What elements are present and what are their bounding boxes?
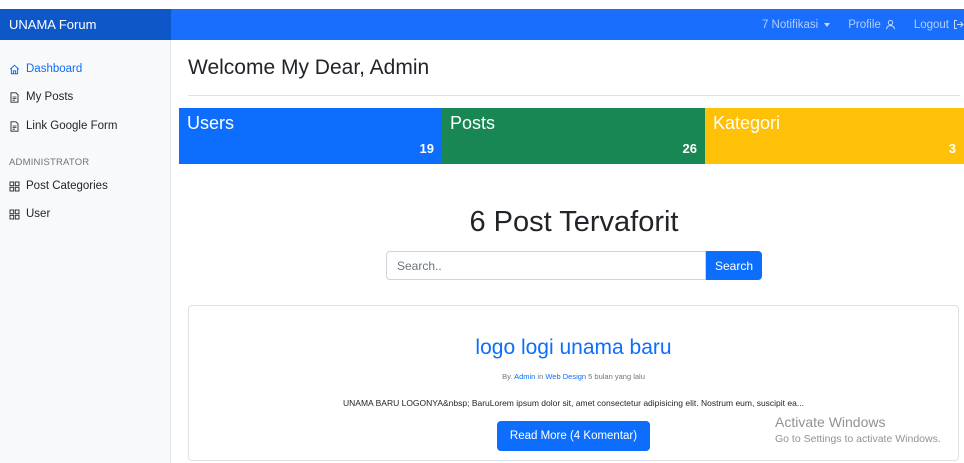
logout-label: Logout <box>913 18 949 31</box>
stat-card-posts: Posts 26 <box>442 108 705 164</box>
notifications-label: 7 Notifikasi <box>761 18 819 31</box>
search-input[interactable] <box>386 251 706 280</box>
sidebar: Dashboard My Posts Link Google Form ADMI… <box>0 40 171 463</box>
sidebar-item-label: Link Google Form <box>26 120 118 132</box>
logout-icon <box>953 19 964 30</box>
sidebar-item-label: My Posts <box>26 91 74 103</box>
sidebar-item-my-posts[interactable]: My Posts <box>9 91 73 103</box>
divider <box>188 95 960 96</box>
meta-by: By. <box>502 372 513 381</box>
stat-value: 3 <box>948 141 956 156</box>
meta-time: 5 bulan yang lalu <box>588 372 645 381</box>
sidebar-item-link-google-form[interactable]: Link Google Form <box>9 120 117 132</box>
stat-value: 19 <box>419 141 434 156</box>
profile-label: Profile <box>848 18 881 31</box>
logout-link[interactable]: Logout <box>914 19 964 31</box>
post-meta: By. Admin in Web Design 5 bulan yang lal… <box>189 372 958 381</box>
brand-logo[interactable]: UNAMA Forum <box>0 9 171 40</box>
notifications-dropdown[interactable]: 7 Notifikasi <box>761 18 831 31</box>
post-excerpt: UNAMA BARU LOGONYA&nbsp; BaruLorem ipsum… <box>343 398 804 408</box>
post-title[interactable]: logo logi unama baru <box>189 336 958 360</box>
read-more-button[interactable]: Read More (4 Komentar) <box>497 421 650 451</box>
section-title: 6 Post Tervaforit <box>469 206 679 238</box>
stat-card-users: Users 19 <box>179 108 442 164</box>
stat-label: Kategori <box>713 113 781 133</box>
top-nav: 7 Notifikasi Profile Logout <box>762 9 964 40</box>
page-title: Welcome My Dear, Admin <box>188 56 430 79</box>
person-icon <box>885 19 896 30</box>
sidebar-item-label: Post Categories <box>26 180 108 192</box>
profile-link[interactable]: Profile <box>848 19 896 31</box>
grid-icon <box>9 181 20 192</box>
house-icon <box>9 64 20 75</box>
caret-down-icon <box>824 22 831 27</box>
sidebar-item-dashboard[interactable]: Dashboard <box>9 63 82 75</box>
sidebar-item-user[interactable]: User <box>9 208 50 220</box>
file-icon <box>9 120 20 132</box>
sidebar-item-post-categories[interactable]: Post Categories <box>9 180 108 192</box>
author-link[interactable]: Admin <box>514 372 535 381</box>
stat-label: Users <box>187 113 235 133</box>
category-link[interactable]: Web Design <box>545 372 586 381</box>
activation-watermark: Activate Windows Go to Settings to activ… <box>775 414 941 445</box>
stat-value: 26 <box>682 141 697 156</box>
sidebar-item-label: User <box>26 208 51 220</box>
search-button[interactable]: Search <box>706 251 762 280</box>
watermark-subtitle: Go to Settings to activate Windows. <box>775 433 941 445</box>
stat-label: Posts <box>450 113 496 133</box>
meta-in: in <box>537 372 544 381</box>
watermark-title: Activate Windows <box>775 414 886 430</box>
top-navbar: UNAMA Forum 7 Notifikasi Profile Logout <box>0 9 964 40</box>
file-icon <box>9 91 20 103</box>
sidebar-heading-administrator: ADMINISTRATOR <box>9 157 90 168</box>
grid-icon <box>9 209 20 220</box>
sidebar-item-label: Dashboard <box>26 63 83 75</box>
stat-card-kategori: Kategori 3 <box>705 108 964 164</box>
